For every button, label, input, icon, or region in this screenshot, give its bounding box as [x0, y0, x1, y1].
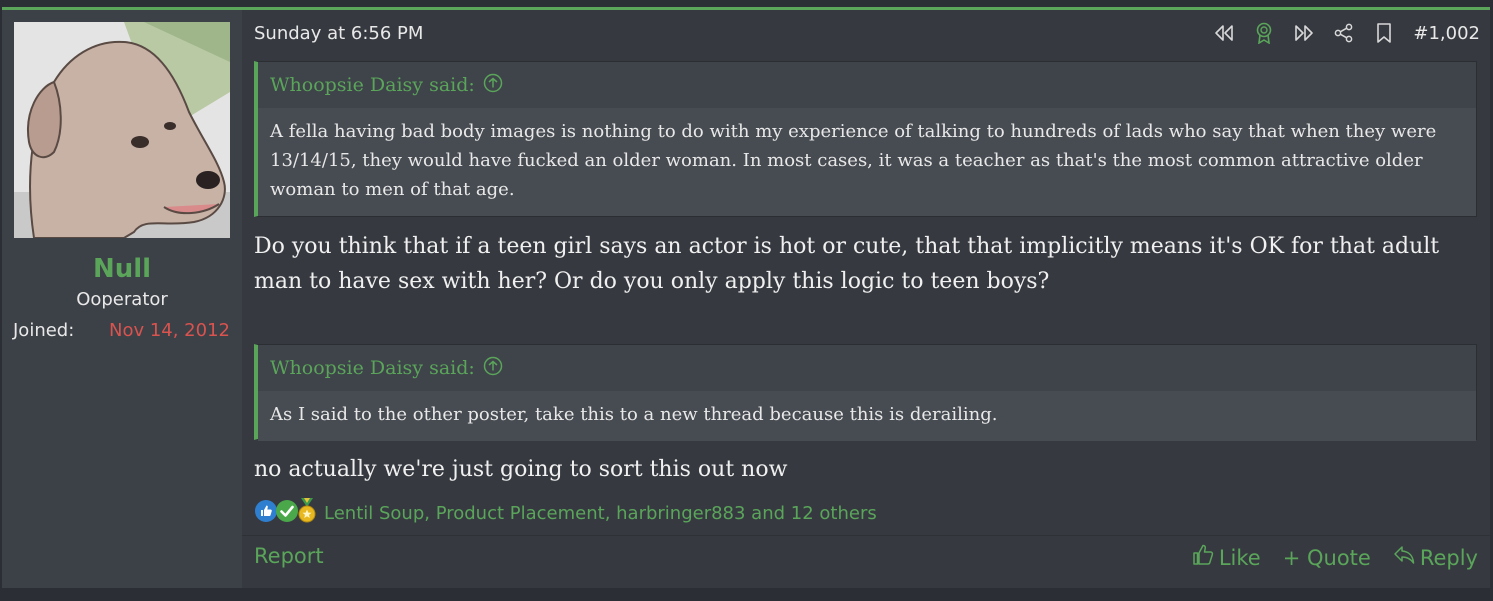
quote-block: Whoopsie Daisy said: As I said to the ot…	[254, 344, 1477, 441]
username[interactable]: Null	[2, 254, 242, 284]
reaction-icons[interactable]	[254, 498, 318, 528]
footer-divider	[242, 535, 1490, 536]
post-number[interactable]: #1,002	[1413, 23, 1480, 44]
joined-label: Joined:	[13, 320, 75, 341]
reply-text: no actually we're just going to sort thi…	[254, 457, 788, 482]
share-icon[interactable]	[1333, 22, 1355, 44]
quote-header[interactable]: Whoopsie Daisy said:	[258, 345, 1476, 391]
reply-text: Do you think that if a teen girl says an…	[254, 234, 1440, 294]
reactions-bar: Lentil Soup, Product Placement, harbring…	[254, 498, 877, 528]
forum-post: Null Ooperator Joined: Nov 14, 2012 Sund…	[2, 7, 1490, 588]
bookmark-icon[interactable]	[1373, 22, 1395, 44]
quote-label: + Quote	[1282, 545, 1371, 570]
post-main: Sunday at 6:56 PM #1,002 Whoopsie Daisy …	[242, 10, 1490, 588]
report-link[interactable]: Report	[254, 544, 324, 568]
user-sidebar: Null Ooperator Joined: Nov 14, 2012	[2, 10, 242, 588]
quote-text: A fella having bad body images is nothin…	[258, 108, 1476, 216]
reply-icon	[1393, 545, 1420, 570]
medal-icon	[296, 498, 318, 528]
rewind-icon[interactable]	[1213, 22, 1235, 44]
post-date[interactable]: Sunday at 6:56 PM	[254, 23, 423, 44]
reaction-users[interactable]: Lentil Soup, Product Placement, harbring…	[324, 503, 877, 524]
quote-author[interactable]: Whoopsie Daisy said:	[270, 357, 475, 379]
quote-header[interactable]: Whoopsie Daisy said:	[258, 62, 1476, 108]
arrow-up-circle-icon[interactable]	[483, 356, 503, 381]
award-icon[interactable]	[1253, 22, 1275, 44]
post-footer-actions: Like + Quote Reply	[1170, 544, 1478, 571]
quote-block: Whoopsie Daisy said: A fella having bad …	[254, 61, 1477, 217]
reply-button[interactable]: Reply	[1393, 545, 1478, 570]
user-title: Ooperator	[76, 289, 168, 310]
quote-button[interactable]: + Quote	[1283, 546, 1371, 570]
fast-forward-icon[interactable]	[1293, 22, 1315, 44]
quote-text: As I said to the other poster, take this…	[258, 391, 1476, 441]
like-button[interactable]: Like	[1192, 544, 1261, 571]
arrow-up-circle-icon[interactable]	[483, 73, 503, 98]
joined-date: Nov 14, 2012	[108, 320, 230, 341]
avatar[interactable]	[14, 22, 230, 238]
post-actions: #1,002	[1195, 22, 1480, 44]
thumbs-up-outline-icon	[1192, 544, 1219, 571]
like-label: Like	[1218, 545, 1261, 570]
joined-row: Joined: Nov 14, 2012	[13, 320, 230, 341]
reply-label: Reply	[1419, 545, 1478, 570]
quote-author[interactable]: Whoopsie Daisy said:	[270, 74, 475, 96]
